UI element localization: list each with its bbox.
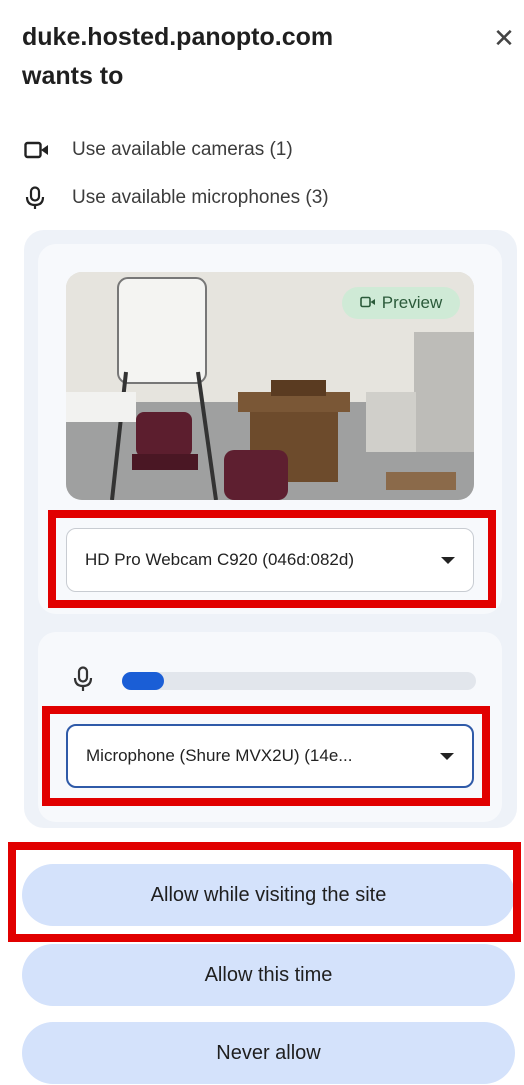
highlight-camera-select — [48, 510, 496, 608]
mic-level-track — [122, 672, 476, 690]
permission-microphones-label: Use available microphones (3) — [72, 187, 329, 208]
allow-this-time-label: Allow this time — [204, 963, 333, 986]
preview-chip[interactable]: Preview — [342, 287, 460, 319]
highlight-microphone-select — [42, 706, 490, 806]
permission-cameras: Use available cameras (1) — [24, 138, 293, 162]
never-allow-button[interactable]: Never allow — [22, 1022, 515, 1084]
close-icon[interactable]: ✕ — [492, 25, 516, 51]
camera-icon — [359, 293, 376, 313]
permission-cameras-label: Use available cameras (1) — [72, 139, 293, 160]
camera-icon — [24, 138, 58, 162]
preview-label: Preview — [381, 293, 443, 312]
microphone-icon — [72, 666, 94, 697]
dialog-site: duke.hosted.panopto.com — [22, 23, 334, 51]
never-allow-label: Never allow — [216, 1041, 321, 1064]
mic-level-meter — [122, 672, 164, 690]
highlight-allow-button — [8, 842, 521, 942]
permission-microphones: Use available microphones (3) — [24, 186, 329, 210]
dialog-subtitle: wants to — [22, 62, 124, 90]
microphone-icon — [24, 186, 58, 210]
allow-this-time-button[interactable]: Allow this time — [22, 944, 515, 1006]
